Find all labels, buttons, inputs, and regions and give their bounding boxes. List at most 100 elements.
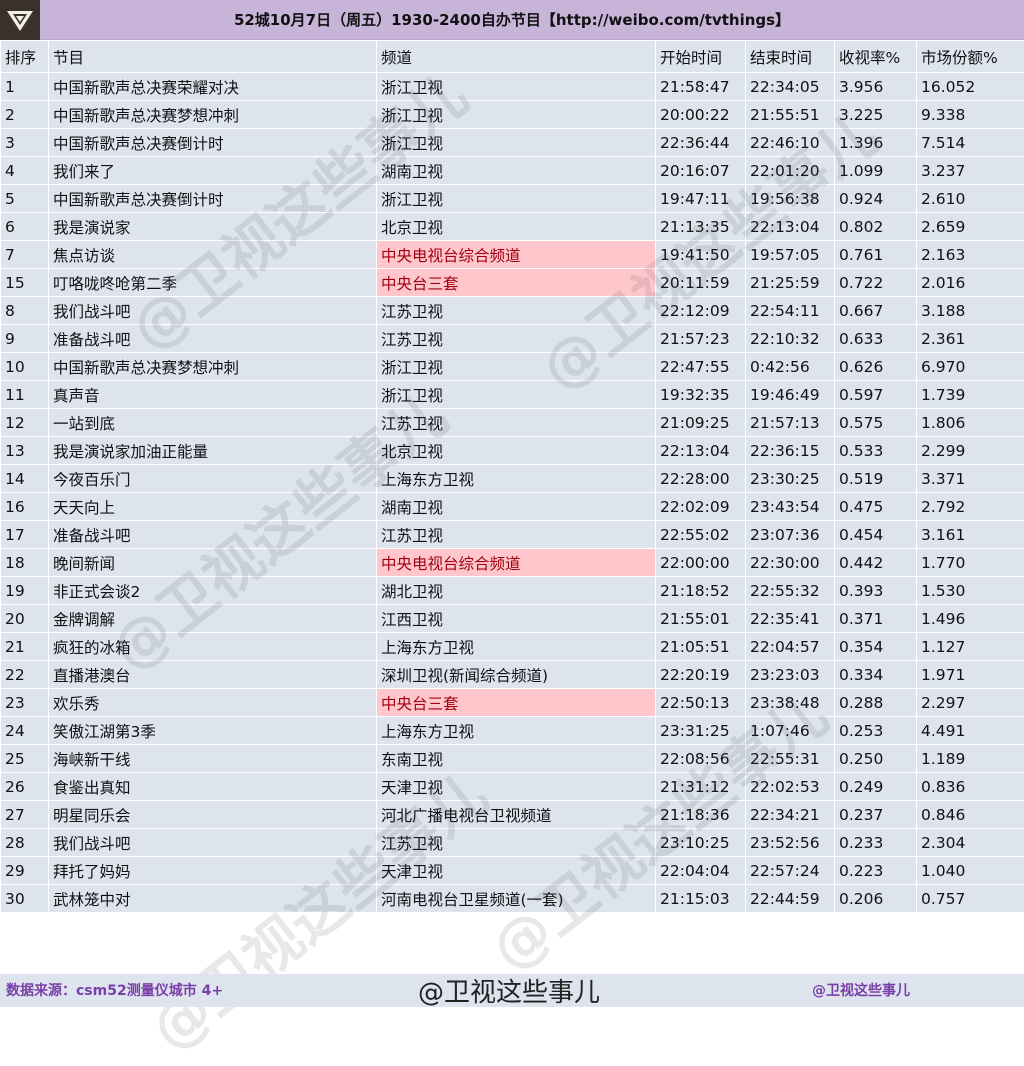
- end-time-cell: 19:57:05: [746, 241, 835, 269]
- share-cell: 1.496: [917, 605, 1024, 633]
- program-cell: 中国新歌声总决赛荣耀对决: [49, 73, 377, 101]
- start-time-cell: 23:31:25: [656, 717, 746, 745]
- logo-icon: [0, 0, 40, 40]
- table-row: 12一站到底江苏卫视21:09:2521:57:130.5751.806: [1, 409, 1024, 437]
- share-cell: 1.530: [917, 577, 1024, 605]
- col-header-program: 节目: [49, 41, 377, 73]
- program-cell: 准备战斗吧: [49, 325, 377, 353]
- table-row: 17准备战斗吧江苏卫视22:55:0223:07:360.4543.161: [1, 521, 1024, 549]
- program-cell: 中国新歌声总决赛梦想冲刺: [49, 353, 377, 381]
- rank-cell: 17: [1, 521, 49, 549]
- table-row: 27明星同乐会河北广播电视台卫视频道21:18:3622:34:210.2370…: [1, 801, 1024, 829]
- start-time-cell: 22:08:56: [656, 745, 746, 773]
- rank-cell: 14: [1, 465, 49, 493]
- start-time-cell: 22:55:02: [656, 521, 746, 549]
- end-time-cell: 22:02:53: [746, 773, 835, 801]
- rating-cell: 0.249: [835, 773, 917, 801]
- channel-cell: 浙江卫视: [377, 381, 656, 409]
- rating-cell: 0.393: [835, 577, 917, 605]
- rank-cell: 27: [1, 801, 49, 829]
- share-cell: 9.338: [917, 101, 1024, 129]
- end-time-cell: 23:38:48: [746, 689, 835, 717]
- program-cell: 天天向上: [49, 493, 377, 521]
- page-header: 52城10月7日（周五）1930-2400自办节目【http://weibo.c…: [0, 0, 1024, 40]
- end-time-cell: 22:04:57: [746, 633, 835, 661]
- rank-cell: 21: [1, 633, 49, 661]
- credit-link[interactable]: @卫视这些事儿: [812, 980, 910, 1000]
- table-row: 14今夜百乐门上海东方卫视22:28:0023:30:250.5193.371: [1, 465, 1024, 493]
- end-time-cell: 21:57:13: [746, 409, 835, 437]
- share-cell: 0.846: [917, 801, 1024, 829]
- rank-cell: 4: [1, 157, 49, 185]
- table-header-row: 排序 节目 频道 开始时间 结束时间 收视率% 市场份额%: [1, 41, 1024, 73]
- rating-cell: 0.223: [835, 857, 917, 885]
- program-cell: 食鉴出真知: [49, 773, 377, 801]
- channel-cell: 浙江卫视: [377, 73, 656, 101]
- end-time-cell: 23:52:56: [746, 829, 835, 857]
- channel-cell: 北京卫视: [377, 213, 656, 241]
- program-cell: 直播港澳台: [49, 661, 377, 689]
- rating-cell: 0.233: [835, 829, 917, 857]
- rating-cell: 0.633: [835, 325, 917, 353]
- share-cell: 3.371: [917, 465, 1024, 493]
- share-cell: 2.610: [917, 185, 1024, 213]
- program-cell: 晚间新闻: [49, 549, 377, 577]
- table-row: 2中国新歌声总决赛梦想冲刺浙江卫视20:00:2221:55:513.2259.…: [1, 101, 1024, 129]
- share-cell: 2.361: [917, 325, 1024, 353]
- end-time-cell: 23:30:25: [746, 465, 835, 493]
- col-header-channel: 频道: [377, 41, 656, 73]
- rating-cell: 0.442: [835, 549, 917, 577]
- share-cell: 2.304: [917, 829, 1024, 857]
- program-cell: 中国新歌声总决赛倒计时: [49, 129, 377, 157]
- program-cell: 我是演说家: [49, 213, 377, 241]
- rating-cell: 0.250: [835, 745, 917, 773]
- col-header-rank: 排序: [1, 41, 49, 73]
- program-cell: 真声音: [49, 381, 377, 409]
- rating-cell: 1.396: [835, 129, 917, 157]
- share-cell: 0.757: [917, 885, 1024, 913]
- rank-cell: 13: [1, 437, 49, 465]
- col-header-start: 开始时间: [656, 41, 746, 73]
- rating-cell: 0.533: [835, 437, 917, 465]
- rating-cell: 0.237: [835, 801, 917, 829]
- rating-cell: 0.761: [835, 241, 917, 269]
- channel-cell: 江西卫视: [377, 605, 656, 633]
- rating-cell: 3.225: [835, 101, 917, 129]
- end-time-cell: 22:30:00: [746, 549, 835, 577]
- table-row: 18晚间新闻中央电视台综合频道22:00:0022:30:000.4421.77…: [1, 549, 1024, 577]
- page-footer: 数据来源：csm52测量仪城市 4+ @卫视这些事儿 @卫视这些事儿: [0, 974, 1024, 1007]
- start-time-cell: 21:57:23: [656, 325, 746, 353]
- end-time-cell: 22:34:21: [746, 801, 835, 829]
- program-cell: 武林笼中对: [49, 885, 377, 913]
- share-cell: 2.659: [917, 213, 1024, 241]
- channel-cell: 河南电视台卫星频道(一套): [377, 885, 656, 913]
- rank-cell: 11: [1, 381, 49, 409]
- rank-cell: 2: [1, 101, 49, 129]
- start-time-cell: 22:20:19: [656, 661, 746, 689]
- page-title: 52城10月7日（周五）1930-2400自办节目【http://weibo.c…: [234, 9, 790, 30]
- rank-cell: 24: [1, 717, 49, 745]
- channel-cell: 北京卫视: [377, 437, 656, 465]
- table-row: 23欢乐秀中央台三套22:50:1323:38:480.2882.297: [1, 689, 1024, 717]
- share-cell: 6.970: [917, 353, 1024, 381]
- rating-cell: 0.519: [835, 465, 917, 493]
- channel-cell: 浙江卫视: [377, 185, 656, 213]
- start-time-cell: 21:15:03: [656, 885, 746, 913]
- program-cell: 明星同乐会: [49, 801, 377, 829]
- table-row: 11真声音浙江卫视19:32:3519:46:490.5971.739: [1, 381, 1024, 409]
- start-time-cell: 22:13:04: [656, 437, 746, 465]
- rating-cell: 0.371: [835, 605, 917, 633]
- rank-cell: 15: [1, 269, 49, 297]
- end-time-cell: 22:55:31: [746, 745, 835, 773]
- rank-cell: 16: [1, 493, 49, 521]
- channel-cell: 江苏卫视: [377, 829, 656, 857]
- rating-cell: 0.206: [835, 885, 917, 913]
- rank-cell: 23: [1, 689, 49, 717]
- table-row: 24笑傲江湖第3季上海东方卫视23:31:251:07:460.2534.491: [1, 717, 1024, 745]
- channel-cell: 江苏卫视: [377, 297, 656, 325]
- col-header-share: 市场份额%: [917, 41, 1024, 73]
- share-cell: 2.792: [917, 493, 1024, 521]
- channel-cell: 湖北卫视: [377, 577, 656, 605]
- rating-cell: 0.454: [835, 521, 917, 549]
- col-header-rating: 收视率%: [835, 41, 917, 73]
